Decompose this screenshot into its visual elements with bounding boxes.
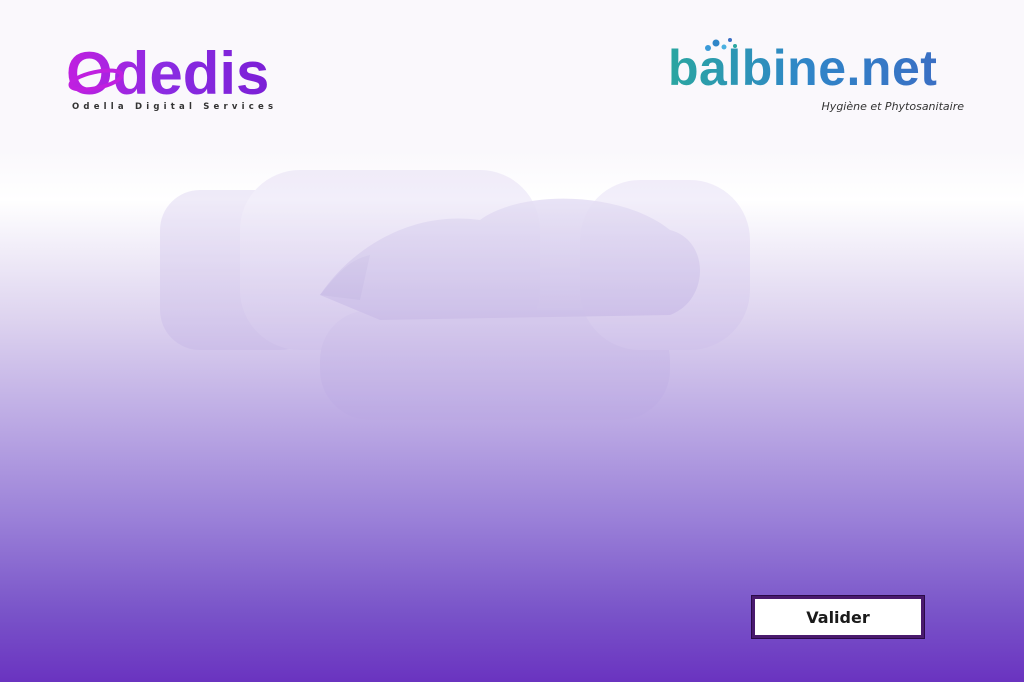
swoosh-icon [68,68,124,92]
valider-button[interactable]: Valider [751,595,925,639]
bubbles-icon [705,38,737,51]
odedis-logo: Odedis Odella Digital Services [66,44,326,113]
background-watermark-icon [160,170,750,420]
balbine-logo: balbine.net Hygiène et Phytosanitaire [668,38,978,113]
balbine-tagline: Hygiène et Phytosanitaire [821,100,964,113]
